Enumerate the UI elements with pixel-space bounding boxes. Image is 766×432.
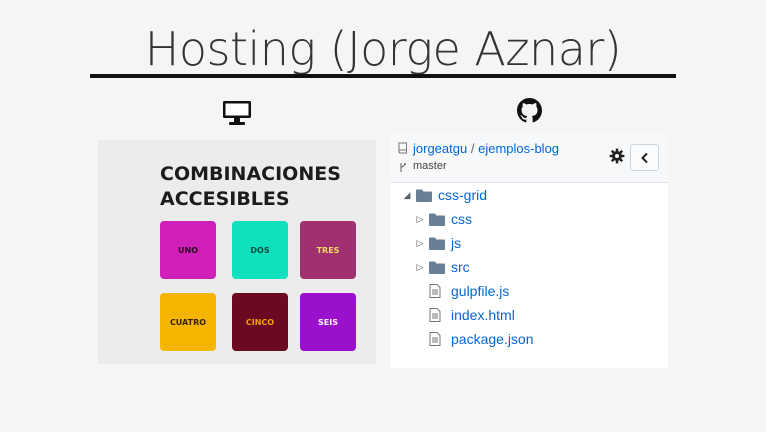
tree-item-label: package.json [451,331,534,347]
tree-item-package-json[interactable]: package.json [429,329,534,349]
folder-icon [429,236,445,250]
tree-item-css-grid[interactable]: ◢ css-grid [402,185,487,205]
repo-breadcrumb: jorgeatgu / ejemplos-blog [413,141,559,156]
collapse-sidebar-button[interactable] [630,144,659,171]
tree-item-gulpfile[interactable]: gulpfile.js [429,281,509,301]
tree-item-label: js [451,235,462,251]
caret-right-icon[interactable]: ▷ [415,262,425,273]
monitor-icon [223,101,251,125]
tree-item-src[interactable]: ▷ src [415,257,470,277]
branch-icon [400,163,406,172]
chevron-left-icon [640,152,648,163]
color-tile-uno: UNO [160,221,216,279]
tree-item-label: css-grid [438,187,488,203]
file-icon [429,332,445,346]
tree-item-css[interactable]: ▷ css [415,209,472,229]
tree-item-label: gulpfile.js [451,283,510,299]
breadcrumb-separator: / [470,141,475,156]
github-icon [517,98,542,123]
folder-icon [429,260,445,274]
caret-right-icon[interactable]: ▷ [415,214,425,225]
color-tile-seis: SEIS [300,293,356,351]
repo-owner-link[interactable]: jorgeatgu [413,141,467,156]
repo-header: jorgeatgu / ejemplos-blog master [390,133,668,183]
repo-icon [398,142,407,154]
color-tile-cinco: CINCO [232,293,288,351]
gear-icon[interactable] [609,148,625,164]
tree-item-index-html[interactable]: index.html [429,305,515,325]
folder-icon [429,212,445,226]
folder-icon [416,188,432,202]
color-tile-tres: TRES [300,221,356,279]
caret-right-icon[interactable]: ▷ [415,238,425,249]
file-icon [429,308,445,322]
color-tile-dos: DOS [232,221,288,279]
accessible-combinations-preview: COMBINACIONES ACCESIBLES UNO DOS TRES CU… [98,140,376,364]
tree-item-js[interactable]: ▷ js [415,233,462,253]
tree-item-label: src [451,259,470,275]
repo-name-link[interactable]: ejemplos-blog [478,141,559,156]
file-icon [429,284,445,298]
title-underline [90,74,676,78]
caret-down-icon[interactable]: ◢ [402,190,412,201]
branch-name[interactable]: master [413,160,447,172]
tree-item-label: css [451,211,472,227]
preview-title: COMBINACIONES ACCESIBLES [160,163,341,210]
slide-title: Hosting (Jorge Aznar) [144,22,622,76]
repo-file-tree-panel: jorgeatgu / ejemplos-blog master ◢ css-g… [390,133,668,368]
tree-item-label: index.html [451,307,515,323]
color-tile-cuatro: CUATRO [160,293,216,351]
